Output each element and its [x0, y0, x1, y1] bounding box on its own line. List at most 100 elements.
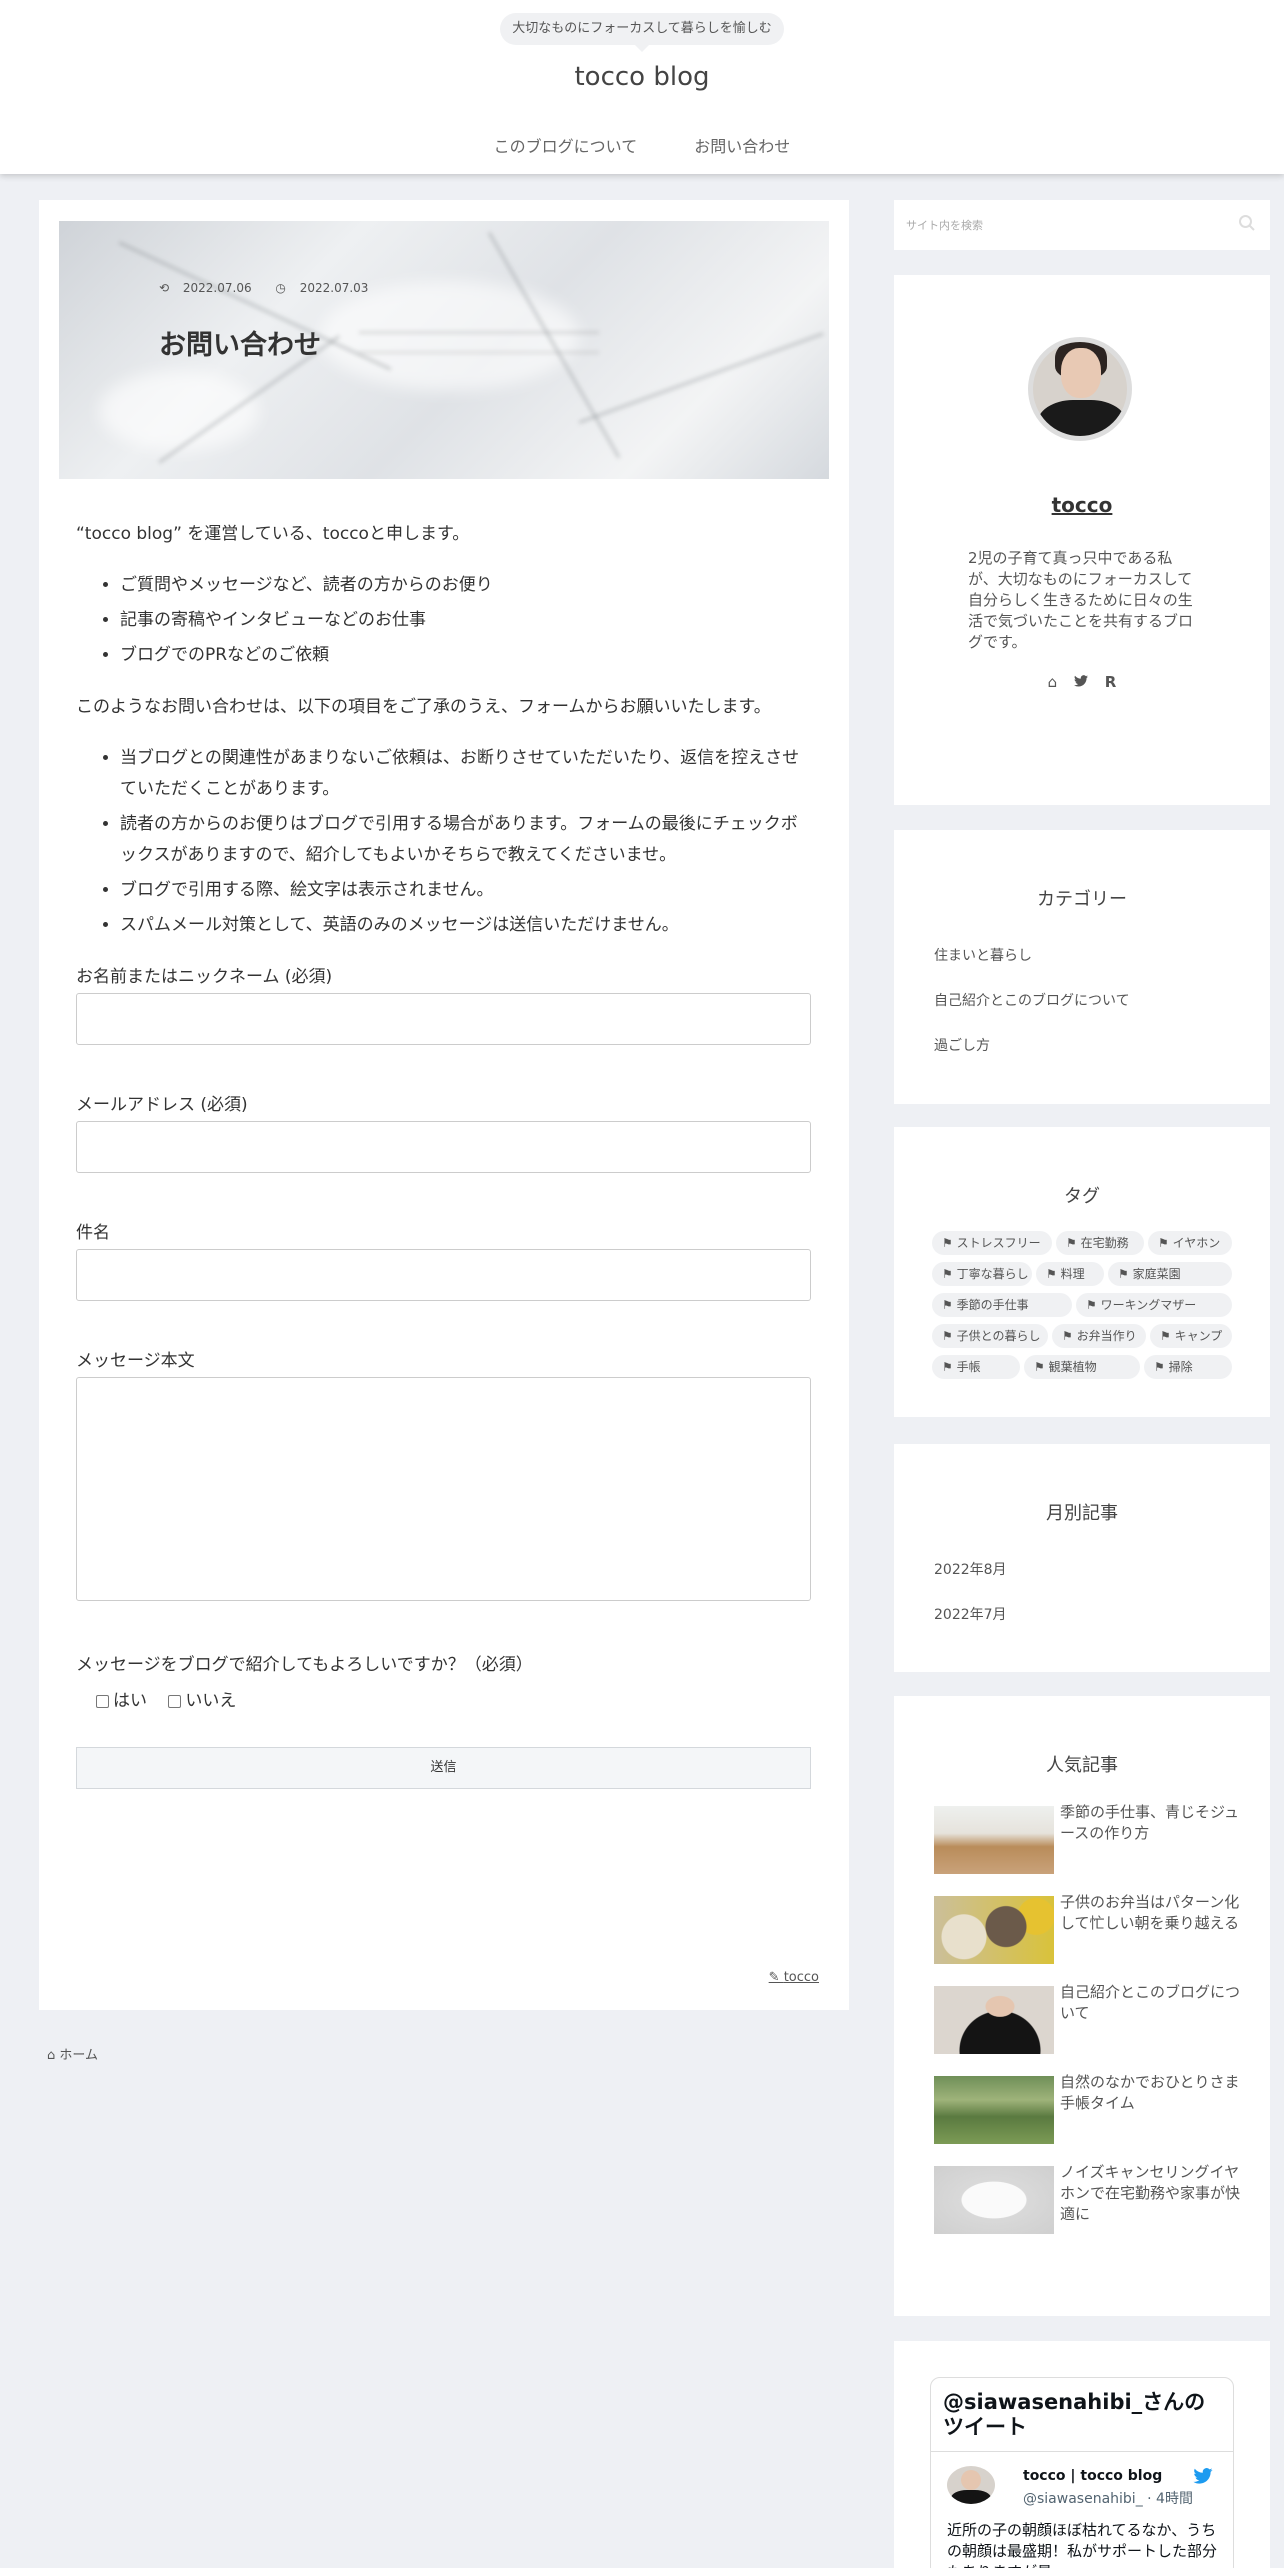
list-item: ブログでのPRなどのご依頼: [120, 640, 812, 671]
popular-post-item[interactable]: 自然のなかでおひとりさま手帳タイム: [934, 2073, 1240, 2146]
name-label: お名前またはニックネーム (必須): [76, 967, 333, 987]
tags-widget: タグ ⚑ ストレスフリー ⚑ 在宅勤務 ⚑ イヤホン ⚑ 丁寧な暮らし ⚑ 料理…: [894, 1127, 1270, 1417]
profile-widget: tocco 2児の子育て真っ只中である私が、大切なものにフォーカスして自分らしく…: [894, 275, 1270, 805]
post-thumbnail[interactable]: [934, 1896, 1054, 1964]
category-item[interactable]: 自己紹介とこのブログについて: [934, 990, 1130, 1010]
popular-post-item[interactable]: 季節の手仕事、青じそジュースの作り方: [934, 1803, 1239, 1876]
popular-posts-widget: 人気記事 季節の手仕事、青じそジュースの作り方 子供のお弁当はパターン化して忙し…: [894, 1696, 1270, 2316]
post-title[interactable]: 子供のお弁当はパターン化して忙しい朝を乗り越える: [1060, 1892, 1240, 1934]
article-content: “tocco blog” を運営している、toccoと申します。 ご質問やメッセ…: [76, 518, 812, 1789]
tag-item[interactable]: ⚑ ワーキングマザー: [1076, 1293, 1232, 1317]
tag-item[interactable]: ⚑ 丁寧な暮らし: [932, 1262, 1032, 1286]
list-item: ご質問やメッセージなど、読者の方からのお便り: [120, 570, 812, 601]
no-checkbox[interactable]: [168, 1694, 182, 1708]
main-article: ⟲ 2022.07.06 ◷ 2022.07.03 お問い合わせ “tocco …: [39, 200, 849, 2010]
author-link[interactable]: ✎ tocco: [769, 1970, 819, 1985]
list-item: スパムメール対策として、英語のみのメッセージは送信いただけません。: [120, 910, 812, 941]
category-item[interactable]: 過ごし方: [934, 1035, 990, 1055]
site-tagline: 大切なものにフォーカスして暮らしを愉しむ: [500, 13, 784, 52]
tweet-avatar[interactable]: [947, 2466, 995, 2504]
categories-widget: カテゴリー 住まいと暮らし 自己紹介とこのブログについて 過ごし方: [894, 830, 1270, 1104]
nav-item-about[interactable]: このブログについて: [494, 133, 638, 157]
consent-no[interactable]: いいえ: [168, 1691, 236, 1711]
refresh-icon: ⟲: [159, 281, 173, 295]
category-item[interactable]: 住まいと暮らし: [934, 945, 1032, 965]
post-thumbnail[interactable]: [934, 2076, 1054, 2144]
tag-item[interactable]: ⚑ 観葉植物: [1024, 1355, 1140, 1379]
post-thumbnail[interactable]: [934, 2166, 1054, 2234]
tag-item[interactable]: ⚑ イヤホン: [1148, 1231, 1232, 1255]
twitter-header[interactable]: @siawasenahibi_さんのツイート: [931, 2378, 1233, 2452]
list-item: 読者の方からのお便りはブログで引用する場合があります。フォームの最後にチェックボ…: [120, 809, 812, 871]
consent-yes[interactable]: はい: [96, 1691, 147, 1711]
profile-links: ⌂ R: [894, 673, 1270, 691]
subject-label: 件名: [76, 1223, 110, 1243]
post-thumbnail[interactable]: [934, 1806, 1054, 1874]
notice-paragraph: このようなお問い合わせは、以下の項目をご了承のうえ、フォームからお願いいたします…: [76, 697, 771, 717]
tweet-author-handle[interactable]: @siawasenahibi_ · 4時間: [1023, 2488, 1193, 2508]
consent-label: メッセージをブログで紹介してもよろしいですか？（必須）: [76, 1655, 533, 1675]
email-label: メールアドレス (必須): [76, 1095, 248, 1115]
post-title[interactable]: 自然のなかでおひとりさま手帳タイム: [1060, 2072, 1240, 2114]
archive-item[interactable]: 2022年8月: [934, 1559, 1007, 1579]
global-nav: このブログについて お問い合わせ: [0, 133, 1284, 157]
tag-item[interactable]: ⚑ 掃除: [1144, 1355, 1232, 1379]
search-icon[interactable]: [1238, 214, 1256, 236]
post-title[interactable]: ノイズキャンセリングイヤホンで在宅勤務や家事が快適に: [1060, 2162, 1240, 2225]
tag-item[interactable]: ⚑ 家庭菜園: [1108, 1262, 1232, 1286]
subject-field[interactable]: [76, 1249, 811, 1301]
tweet-text: 近所の子の朝顔ほぼ枯れてるなか、うちの朝顔は最盛期！私がサポートした部分もありま…: [947, 2521, 1218, 2568]
breadcrumb[interactable]: ⌂ ホーム: [47, 2044, 98, 2063]
pencil-icon: ✎: [768, 1970, 784, 1985]
updated-date: ⟲ 2022.07.06: [159, 281, 252, 295]
twitter-widget: @siawasenahibi_さんのツイート tocco | tocco blo…: [894, 2341, 1270, 2568]
twitter-icon[interactable]: [1193, 2468, 1213, 2488]
list-item: 当ブログとの関連性があまりないご依頼は、お断りさせていただいたり、返信を控えさせ…: [120, 743, 812, 805]
nav-item-contact[interactable]: お問い合わせ: [694, 133, 790, 157]
consent-checkboxes: はい いいえ: [96, 1685, 812, 1717]
clock-icon: ◷: [275, 281, 290, 295]
eyecatch-image: ⟲ 2022.07.06 ◷ 2022.07.03 お問い合わせ: [59, 221, 829, 479]
tag-item[interactable]: ⚑ 在宅勤務: [1056, 1231, 1144, 1255]
home-icon: ⌂: [47, 2048, 60, 2063]
search-box[interactable]: サイト内を検索: [894, 200, 1270, 250]
tag-item[interactable]: ⚑ キャンプ: [1150, 1324, 1232, 1348]
popular-post-item[interactable]: 子供のお弁当はパターン化して忙しい朝を乗り越える: [934, 1893, 1239, 1966]
room-icon[interactable]: R: [1105, 673, 1117, 691]
yes-checkbox[interactable]: [96, 1694, 109, 1708]
tag-item[interactable]: ⚑ お弁当作り: [1052, 1324, 1146, 1348]
popular-post-item[interactable]: 自己紹介とこのブログについて: [934, 1983, 1240, 2056]
archives-title: 月別記事: [1046, 1503, 1118, 1524]
twitter-icon[interactable]: [1073, 673, 1093, 691]
tag-item[interactable]: ⚑ 季節の手仕事: [932, 1293, 1072, 1317]
site-title[interactable]: tocco blog: [0, 62, 1284, 92]
email-field[interactable]: [76, 1121, 811, 1173]
site-header: 大切なものにフォーカスして暮らしを愉しむ tocco blog このブログについ…: [0, 0, 1284, 174]
tag-item[interactable]: ⚑ ストレスフリー: [932, 1231, 1052, 1255]
popular-post-item[interactable]: ノイズキャンセリングイヤホンで在宅勤務や家事が快適に: [934, 2163, 1240, 2236]
popular-title: 人気記事: [1046, 1755, 1118, 1776]
post-dates: ⟲ 2022.07.06 ◷ 2022.07.03: [159, 281, 388, 295]
tags-title: タグ: [1064, 1186, 1100, 1207]
archives-widget: 月別記事 2022年8月 2022年7月: [894, 1444, 1270, 1672]
site-title-text[interactable]: tocco blog: [574, 62, 709, 92]
profile-name[interactable]: tocco: [894, 493, 1270, 517]
tweet-author-name[interactable]: tocco | tocco blog: [1023, 2468, 1162, 2484]
tag-item[interactable]: ⚑ 子供との暮らし: [932, 1324, 1048, 1348]
message-textarea[interactable]: [76, 1377, 811, 1601]
search-input[interactable]: サイト内を検索: [906, 217, 983, 233]
post-title[interactable]: 季節の手仕事、青じそジュースの作り方: [1060, 1802, 1240, 1844]
page-title: お問い合わせ: [159, 330, 321, 361]
submit-button[interactable]: 送信: [76, 1747, 811, 1789]
list-item: 記事の寄稿やインタビューなどのお仕事: [120, 605, 812, 636]
tag-item[interactable]: ⚑ 料理: [1036, 1262, 1104, 1286]
post-thumbnail[interactable]: [934, 1986, 1054, 2054]
twitter-timeline[interactable]: @siawasenahibi_さんのツイート tocco | tocco blo…: [930, 2377, 1234, 2568]
archive-item[interactable]: 2022年7月: [934, 1604, 1007, 1624]
notes-list: 当ブログとの関連性があまりないご依頼は、お断りさせていただいたり、返信を控えさせ…: [120, 743, 812, 941]
post-title[interactable]: 自己紹介とこのブログについて: [1060, 1982, 1240, 2024]
home-icon[interactable]: ⌂: [1048, 673, 1058, 691]
name-field[interactable]: [76, 993, 811, 1045]
categories-title: カテゴリー: [1037, 889, 1127, 910]
tag-item[interactable]: ⚑ 手帳: [932, 1355, 1020, 1379]
